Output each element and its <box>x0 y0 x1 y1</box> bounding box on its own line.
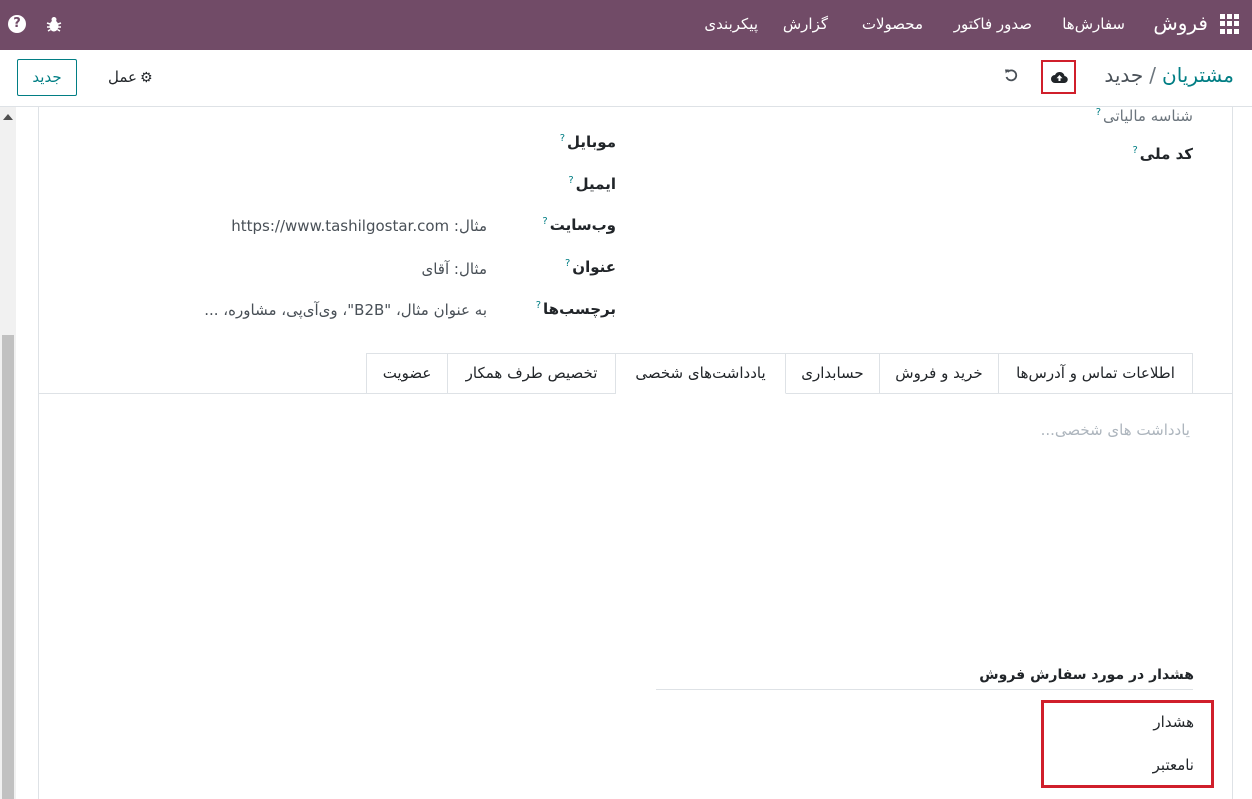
help-tooltip-icon: ? <box>542 216 548 227</box>
vertical-scrollbar[interactable] <box>0 107 16 799</box>
menu-configuration[interactable]: پیکربندی <box>704 15 758 33</box>
discard-undo-button[interactable] <box>1003 67 1019 87</box>
mobile-label: موبایل? <box>559 133 616 151</box>
scroll-thumb[interactable] <box>2 335 14 799</box>
website-label: وب‌سایت? <box>542 216 616 234</box>
scroll-up-arrow-icon[interactable] <box>3 114 13 120</box>
help-tooltip-icon: ? <box>568 175 574 186</box>
cloud-upload-icon <box>1051 71 1068 84</box>
title-label: عنوان? <box>564 258 616 276</box>
sale-warning-divider <box>656 689 1193 690</box>
app-brand[interactable]: فروش <box>1153 11 1208 35</box>
breadcrumb-current: جدید <box>1104 63 1144 87</box>
gear-icon: ⚙ <box>139 70 153 86</box>
tab-internal-notes[interactable]: یادداشت‌های شخصی <box>615 353 786 394</box>
title-field[interactable]: مثال: آقای <box>421 260 487 278</box>
help-tooltip-icon: ? <box>1095 107 1101 118</box>
sale-warning-title: هشدار در مورد سفارش فروش <box>979 667 1194 683</box>
tab-sales-purchase[interactable]: خرید و فروش <box>879 353 999 394</box>
national-code-label: کد ملی? <box>1132 145 1193 163</box>
tab-contacts-addresses[interactable]: اطلاعات تماس و آدرس‌ها <box>998 353 1193 394</box>
action-label: عمل <box>108 68 137 86</box>
breadcrumb-parent[interactable]: مشتریان <box>1162 63 1234 87</box>
top-navbar: فروش سفارش‌ها صدور فاکتور محصولات گزارش … <box>0 0 1252 50</box>
tags-field[interactable]: به عنوان مثال، "B2B"، وی‌آی‌پی، مشاوره، … <box>204 301 487 319</box>
tab-membership[interactable]: عضویت <box>366 353 448 394</box>
breadcrumb: مشتریان/جدید <box>1104 63 1234 87</box>
help-tooltip-icon: ? <box>564 258 571 269</box>
internal-notes-editor[interactable]: یادداشت های شخصی... <box>1041 421 1190 439</box>
help-tooltip-icon: ? <box>1132 145 1138 156</box>
warning-option-warning[interactable]: هشدار <box>1153 713 1194 731</box>
tab-accounting[interactable]: حسابداری <box>785 353 880 394</box>
app-grid-icon[interactable] <box>1220 14 1240 34</box>
email-label: ایمیل? <box>568 175 616 193</box>
tax-id-label: شناسه مالیاتی? <box>1095 107 1193 125</box>
website-field[interactable]: مثال: https://www.tashilgostar.com <box>231 217 487 235</box>
breadcrumb-separator: / <box>1149 63 1157 87</box>
warning-option-invalid[interactable]: نامعتبر <box>1153 756 1194 774</box>
help-icon[interactable]: ? <box>8 15 26 33</box>
tab-partner-assignment[interactable]: تخصیص طرف همکار <box>447 353 616 394</box>
undo-icon <box>1005 69 1018 82</box>
debug-bug-icon[interactable] <box>46 15 62 37</box>
save-cloud-button[interactable] <box>1041 60 1076 94</box>
sheet-border-left <box>38 107 39 799</box>
help-tooltip-icon: ? <box>535 300 542 311</box>
menu-invoicing[interactable]: صدور فاکتور <box>954 15 1032 33</box>
menu-products[interactable]: محصولات <box>862 15 923 33</box>
action-menu-button[interactable]: ⚙عمل <box>108 68 153 86</box>
help-tooltip-icon: ? <box>559 133 566 144</box>
menu-orders[interactable]: سفارش‌ها <box>1062 15 1125 33</box>
new-button[interactable]: جدید <box>17 59 77 96</box>
menu-reporting[interactable]: گزارش <box>783 15 828 33</box>
sheet-border-right <box>1232 107 1233 799</box>
tags-label: برچسب‌ها? <box>535 300 616 318</box>
